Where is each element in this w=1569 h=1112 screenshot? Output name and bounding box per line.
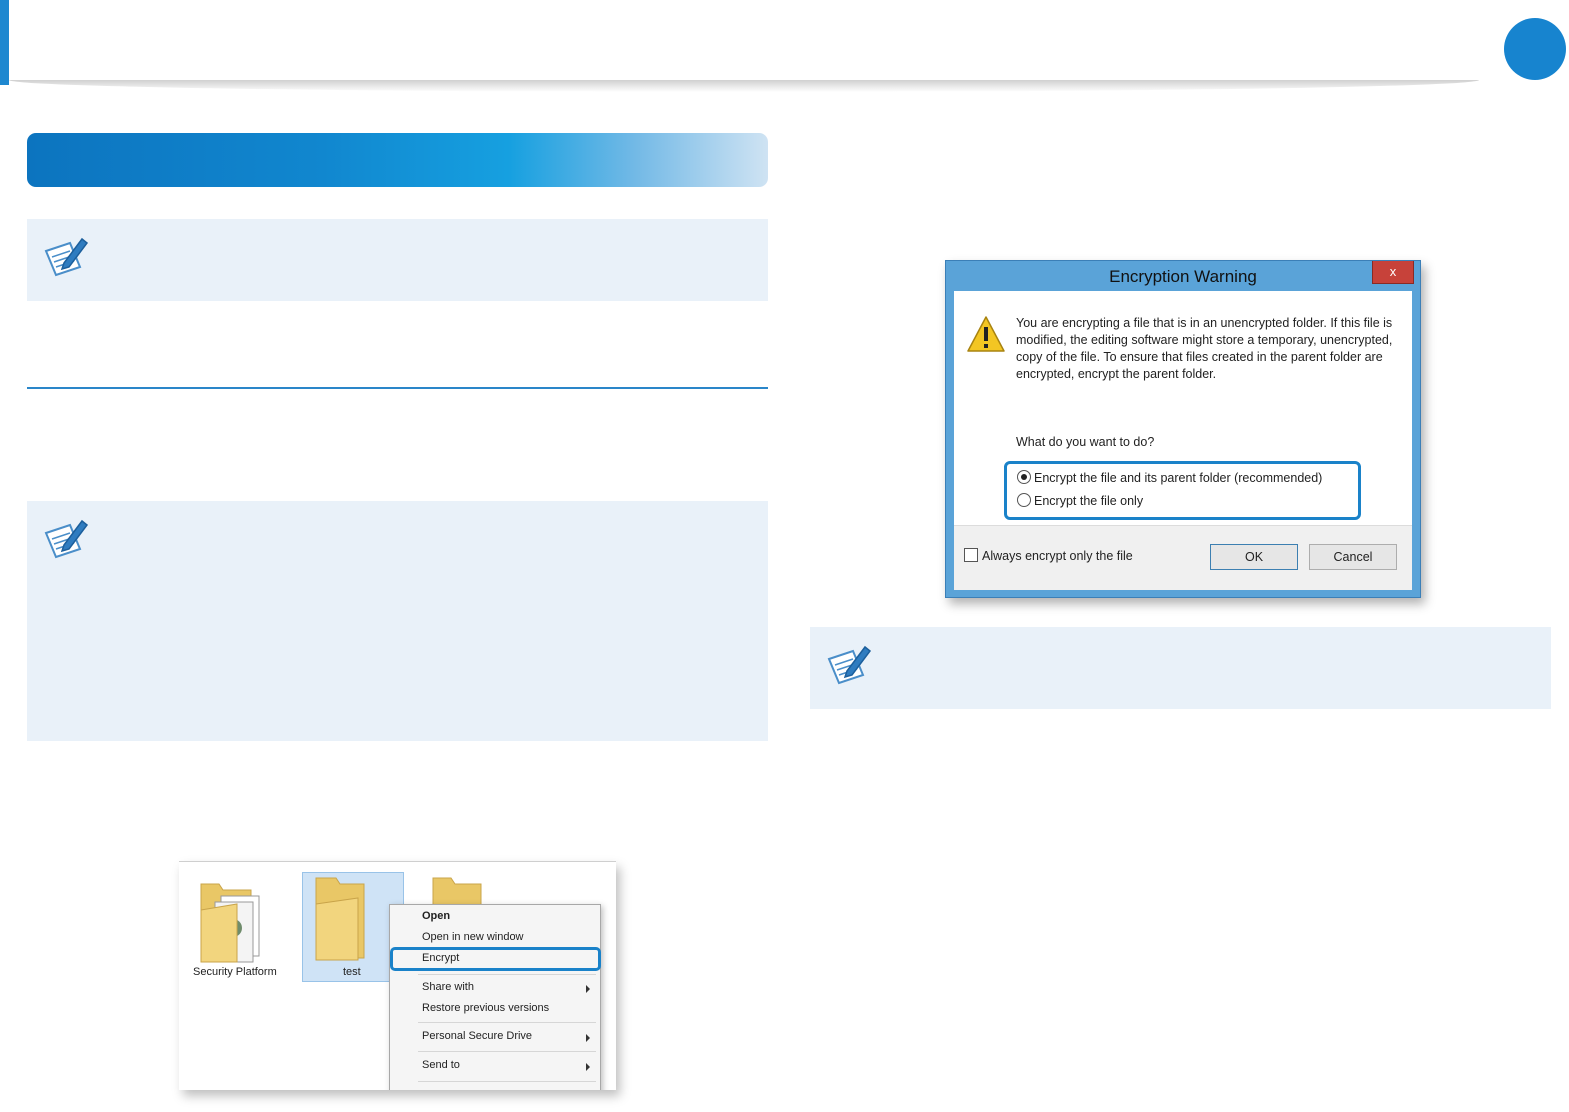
note-box-2 [27, 501, 768, 741]
encrypt-highlight-frame [390, 947, 601, 971]
note-box-3 [810, 627, 1551, 709]
checkbox-label: Always encrypt only the file [982, 549, 1133, 563]
option-label: Encrypt the file and its parent folder (… [1034, 471, 1323, 485]
encryption-option-group: Encrypt the file and its parent folder (… [1004, 461, 1361, 520]
dialog-title: Encryption Warning [1109, 267, 1257, 286]
section-divider [27, 387, 768, 389]
option-label: Encrypt the file only [1034, 494, 1144, 508]
close-button[interactable]: x [1372, 261, 1414, 284]
note-pencil-icon [827, 645, 872, 685]
dialog-message: You are encrypting a file that is in an … [1016, 316, 1393, 381]
note-box-1 [27, 219, 768, 301]
checkbox[interactable] [964, 548, 978, 562]
encryption-warning-dialog: Encryption Warning x You are encrypting … [945, 260, 1421, 598]
cancel-button[interactable]: Cancel [1309, 544, 1397, 570]
menu-item-open[interactable]: Open [422, 910, 450, 922]
note-pencil-icon [44, 237, 89, 277]
menu-item-personal-secure-drive[interactable]: Personal Secure Drive [422, 1030, 532, 1042]
menu-item-share-with[interactable]: Share with [422, 981, 474, 993]
folder-label: Security Platform [193, 966, 277, 978]
option-encrypt-file-and-folder[interactable]: Encrypt the file and its parent folder (… [1017, 470, 1322, 485]
submenu-arrow-icon [586, 1063, 590, 1071]
menu-item-restore-previous-versions[interactable]: Restore previous versions [422, 1002, 549, 1014]
menu-item-send-to[interactable]: Send to [422, 1059, 460, 1071]
ok-button[interactable]: OK [1210, 544, 1298, 570]
dialog-footer: Always encrypt only the file OK Cancel [954, 525, 1412, 590]
menu-separator [418, 974, 596, 975]
submenu-arrow-icon [586, 985, 590, 993]
file-explorer-screenshot: Security Platform test Open Open in new … [179, 861, 616, 1090]
menu-separator [418, 1051, 596, 1052]
chapter-badge [1504, 18, 1566, 80]
dialog-question: What do you want to do? [1016, 435, 1155, 449]
always-encrypt-only-file-checkbox[interactable]: Always encrypt only the file [964, 548, 1133, 563]
note-pencil-icon [44, 519, 89, 559]
menu-separator [418, 1081, 596, 1082]
menu-item-open-in-new-window[interactable]: Open in new window [422, 931, 524, 943]
security-platform-folder-icon[interactable] [197, 874, 267, 966]
context-menu: Open Open in new window Encrypt Share wi… [389, 904, 601, 1090]
header-accent-bar [0, 0, 9, 85]
submenu-arrow-icon [586, 1034, 590, 1042]
header-rule [9, 80, 1479, 92]
radio-button-selected[interactable] [1017, 470, 1031, 484]
radio-button[interactable] [1017, 493, 1031, 507]
dialog-body: You are encrypting a file that is in an … [954, 291, 1412, 525]
test-folder-icon[interactable] [312, 874, 382, 966]
option-encrypt-file-only[interactable]: Encrypt the file only [1017, 493, 1143, 508]
close-icon: x [1389, 264, 1397, 279]
menu-separator [418, 1022, 596, 1023]
warning-icon [967, 316, 1005, 352]
folder-label: test [343, 966, 361, 978]
section-title-bar [27, 133, 768, 187]
